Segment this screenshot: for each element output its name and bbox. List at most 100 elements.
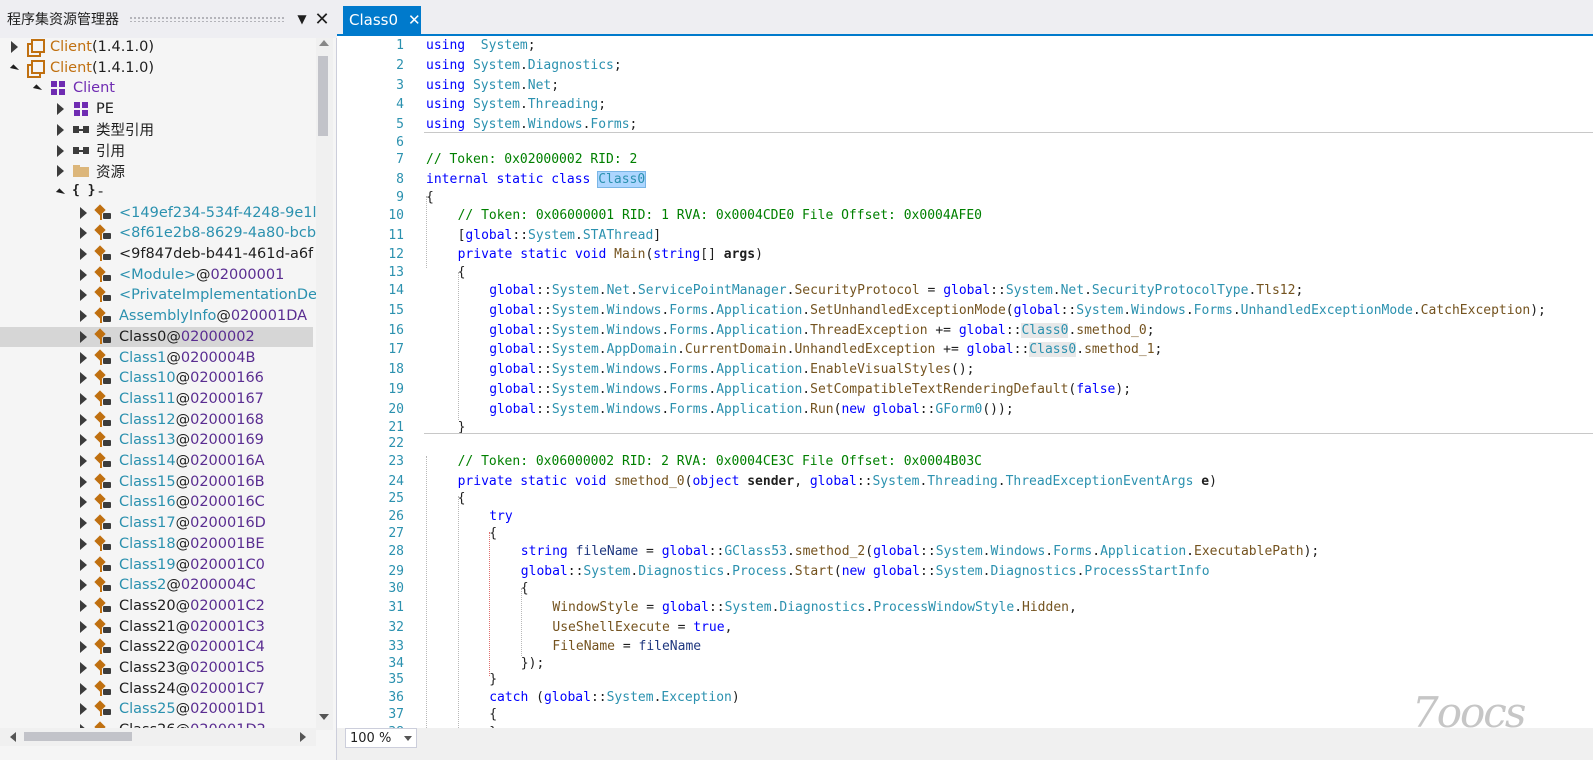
zoom-select[interactable]: 100 % [345, 728, 417, 748]
class-icon [95, 410, 113, 429]
line-number: 5 [396, 117, 404, 132]
code-token: . [1092, 544, 1101, 559]
collapsed-arrow-icon[interactable] [54, 143, 66, 159]
tree-node[interactable]: Class2 @0200004C [0, 575, 316, 595]
scroll-down-icon[interactable] [319, 714, 329, 720]
scroll-thumb[interactable] [24, 732, 132, 741]
expanded-arrow-icon[interactable] [54, 184, 66, 200]
collapsed-arrow-icon[interactable] [77, 287, 89, 303]
class-icon [95, 224, 113, 243]
tree-node[interactable]: Class19 @020001C0 [0, 555, 316, 575]
tree-node[interactable]: 类型引用 [0, 120, 316, 140]
tree-node[interactable]: Client (1.4.1.0) [0, 58, 316, 78]
tree-vertical-scrollbar[interactable] [316, 38, 333, 730]
collapsed-arrow-icon[interactable] [77, 267, 89, 283]
collapsed-arrow-icon[interactable] [77, 350, 89, 366]
collapsed-arrow-icon[interactable] [77, 453, 89, 469]
collapsed-arrow-icon[interactable] [77, 370, 89, 386]
panel-grip[interactable] [129, 16, 285, 22]
scroll-thumb[interactable] [318, 56, 328, 136]
close-icon[interactable]: ✕ [408, 11, 421, 29]
tree-node[interactable]: 资源 [0, 161, 316, 181]
collapsed-arrow-icon[interactable] [77, 474, 89, 490]
collapsed-arrow-icon[interactable] [8, 39, 20, 55]
tree-node[interactable]: Class12 @02000168 [0, 410, 316, 430]
collapsed-arrow-icon[interactable] [77, 391, 89, 407]
code-token: Windows [606, 382, 662, 397]
code-editor[interactable]: 1 2 3 4 5 6 7 8 9 10 11 12 13 14 15 16 17 18 19 20 21 22 23 24 2… [344, 36, 1593, 728]
expanded-arrow-icon[interactable] [31, 80, 43, 96]
tree-node[interactable]: Class15 @0200016B [0, 472, 316, 492]
collapsed-arrow-icon[interactable] [77, 308, 89, 324]
tree-node[interactable]: Client (1.4.1.0) [0, 38, 316, 57]
code-token: global [489, 362, 537, 377]
class-icon [95, 348, 113, 367]
collapsed-arrow-icon[interactable] [77, 681, 89, 697]
chevron-down-icon[interactable]: ▼ [293, 9, 311, 29]
tree-node[interactable]: <9f847deb-b441-461d-a6f [0, 244, 316, 264]
tree-node[interactable]: Client [0, 78, 316, 98]
tree-node[interactable]: <PrivateImplementationDe [0, 285, 316, 305]
code-token: . [1232, 303, 1241, 318]
tree-node[interactable]: <8f61e2b8-8629-4a80-bcb [0, 223, 316, 243]
collapsed-arrow-icon[interactable] [77, 412, 89, 428]
expanded-arrow-icon[interactable] [8, 60, 20, 76]
tree-node[interactable]: Class21 @020001C3 [0, 617, 316, 637]
class-icon [95, 203, 113, 222]
tree-node[interactable]: Class14 @0200016A [0, 451, 316, 471]
tree-node[interactable]: Class18 @020001BE [0, 534, 316, 554]
collapsed-arrow-icon[interactable] [77, 225, 89, 241]
collapsed-arrow-icon[interactable] [77, 639, 89, 655]
tab-class0[interactable]: Class0 ✕ [343, 6, 421, 34]
tree-node[interactable]: Class10 @02000166 [0, 368, 316, 388]
scroll-up-icon[interactable] [319, 40, 329, 46]
code-token: static [520, 247, 568, 262]
collapsed-arrow-icon[interactable] [77, 494, 89, 510]
collapsed-arrow-icon[interactable] [77, 246, 89, 262]
tree-node[interactable]: Class20 @020001C2 [0, 596, 316, 616]
tree-node[interactable]: Class1 @0200004B [0, 348, 316, 368]
collapsed-arrow-icon[interactable] [77, 205, 89, 221]
code-token: CurrentDomain [684, 342, 787, 357]
collapsed-arrow-icon[interactable] [54, 122, 66, 138]
collapsed-arrow-icon[interactable] [54, 163, 66, 179]
class-icon [95, 389, 113, 408]
tree-node[interactable]: Class17 @0200016D [0, 513, 316, 533]
chevron-down-icon[interactable] [404, 736, 412, 741]
tree-node[interactable]: Class22 @020001C4 [0, 637, 316, 657]
tree-node[interactable]: 引用 [0, 141, 316, 161]
code-token: :: [920, 544, 936, 559]
collapsed-arrow-icon[interactable] [54, 101, 66, 117]
tree-node[interactable]: Class24 @020001C7 [0, 679, 316, 699]
tree-node[interactable]: { } - [0, 182, 316, 202]
tree-node[interactable]: AssemblyInfo @020001DA [0, 306, 316, 326]
collapsed-arrow-icon[interactable] [77, 619, 89, 635]
tree-node[interactable]: Class13 @02000169 [0, 430, 316, 450]
collapsed-arrow-icon[interactable] [77, 701, 89, 717]
code-token: . [630, 283, 638, 298]
tree-horizontal-scrollbar[interactable] [0, 728, 316, 746]
tree-node-label: Class14 [119, 453, 176, 469]
close-icon[interactable]: ✕ [313, 9, 331, 30]
collapsed-arrow-icon[interactable] [77, 536, 89, 552]
code-token: void [575, 474, 607, 489]
collapsed-arrow-icon[interactable] [77, 329, 89, 345]
collapsed-arrow-icon[interactable] [77, 432, 89, 448]
tree-node[interactable]: Class23 @020001C5 [0, 658, 316, 678]
tree-node[interactable]: <Module> @02000001 [0, 265, 316, 285]
collapsed-arrow-icon[interactable] [77, 598, 89, 614]
collapsed-arrow-icon[interactable] [77, 515, 89, 531]
collapsed-arrow-icon[interactable] [77, 557, 89, 573]
tree-node[interactable]: Class0 @02000002 [0, 326, 313, 347]
scroll-left-icon[interactable] [10, 732, 16, 742]
collapsed-arrow-icon[interactable] [77, 660, 89, 676]
code-token: += [935, 342, 967, 357]
tree-node[interactable]: PE [0, 99, 316, 119]
scroll-right-icon[interactable] [300, 732, 306, 742]
tree-node[interactable]: Class16 @0200016C [0, 492, 316, 512]
collapsed-arrow-icon[interactable] [77, 577, 89, 593]
tree-node[interactable]: <149ef234-534f-4248-9e1l [0, 203, 316, 223]
tree-node[interactable]: Class25 @020001D1 [0, 699, 316, 719]
tree-node[interactable]: Class11 @02000167 [0, 389, 316, 409]
code-token: ); [1530, 303, 1546, 318]
